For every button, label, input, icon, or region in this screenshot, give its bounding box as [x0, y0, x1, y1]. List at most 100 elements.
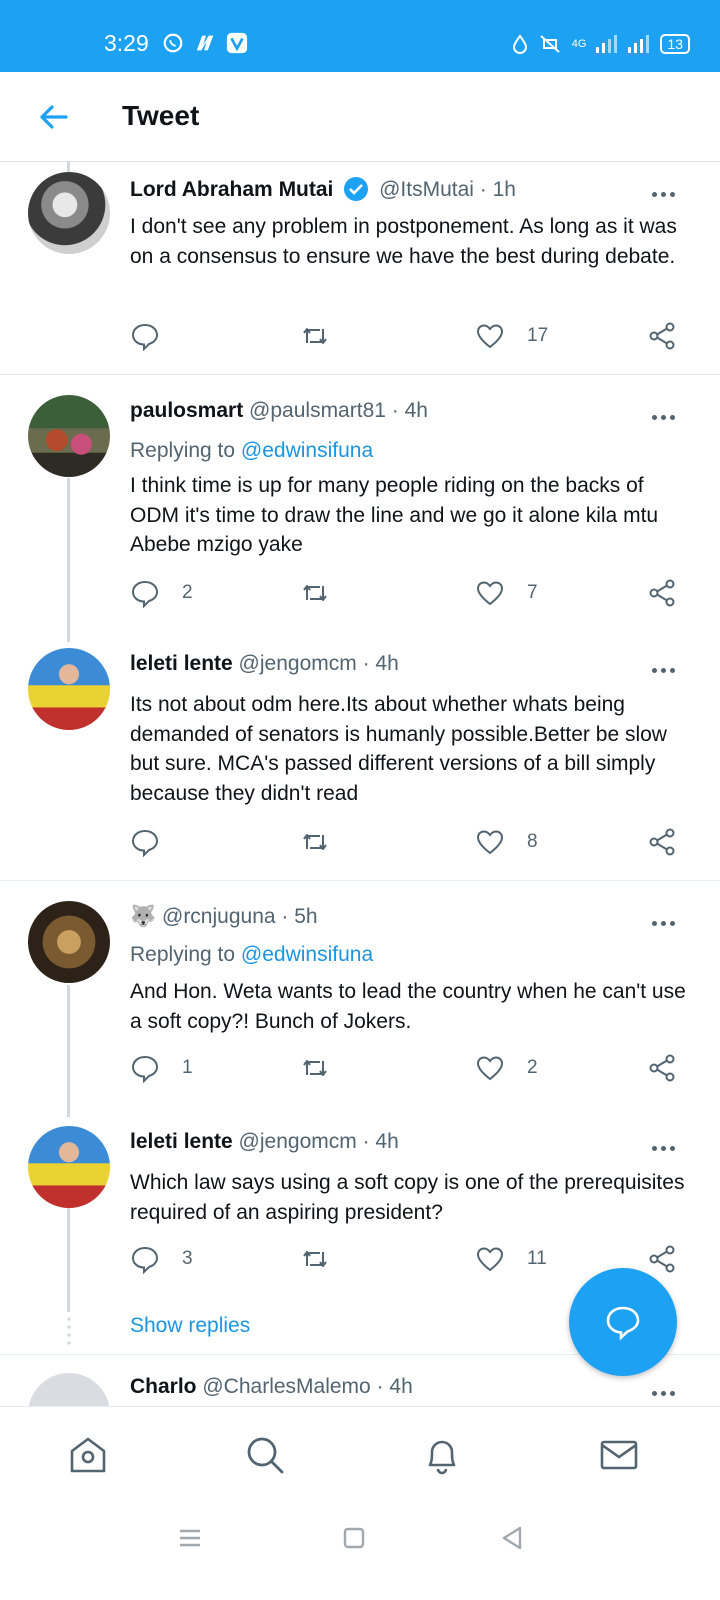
system-navigation-bar: [0, 1502, 720, 1600]
user-handle[interactable]: @ItsMutai: [379, 178, 474, 201]
share-icon: [649, 828, 675, 856]
more-options-icon[interactable]: [652, 184, 682, 197]
like-button[interactable]: 7: [475, 578, 538, 608]
retweet-button[interactable]: [300, 827, 330, 857]
top-app-bar: Tweet: [0, 72, 720, 162]
user-handle[interactable]: @paulsmart81: [249, 399, 386, 422]
user-handle[interactable]: @rcnjuguna: [162, 905, 276, 928]
display-name[interactable]: 🐺: [130, 905, 156, 928]
reply-button[interactable]: 1: [130, 1053, 193, 1083]
like-button[interactable]: 2: [475, 1053, 538, 1083]
heart-icon: [476, 1247, 504, 1272]
avatar[interactable]: [28, 172, 110, 254]
reply-icon: [131, 1055, 159, 1083]
bell-icon[interactable]: [420, 1433, 464, 1477]
retweet-button[interactable]: [300, 1053, 330, 1083]
reply-icon: [131, 323, 159, 351]
more-options-icon[interactable]: [652, 1383, 682, 1396]
status-time: 3:29: [104, 30, 149, 56]
home-icon[interactable]: [66, 1433, 110, 1477]
tweet-item[interactable]: 🐺 @rcnjuguna · 5h Replying to @edwinsifu…: [0, 881, 720, 1118]
like-count: 11: [527, 1248, 547, 1269]
retweet-button[interactable]: [300, 578, 330, 608]
reply-icon: [131, 829, 159, 857]
tweet-item[interactable]: paulosmart @paulsmart81 · 4h Replying to…: [0, 375, 720, 628]
tweet-actions: 17: [130, 321, 690, 351]
heart-icon: [476, 830, 504, 855]
retweet-button[interactable]: [300, 1244, 330, 1274]
share-button[interactable]: [647, 578, 677, 608]
like-count: 7: [527, 582, 538, 603]
share-button[interactable]: [647, 321, 677, 351]
like-button[interactable]: 8: [475, 827, 538, 857]
compose-reply-icon: [606, 1306, 640, 1341]
reply-count: 1: [182, 1057, 193, 1078]
compose-reply-button[interactable]: [569, 1268, 677, 1376]
tweet-item[interactable]: Lord Abraham Mutai @ItsMutai · 1h I don'…: [0, 162, 720, 374]
tweet-actions: 8: [130, 827, 690, 857]
like-count: 8: [527, 831, 538, 852]
show-replies-link[interactable]: Show replies: [130, 1314, 250, 1338]
user-handle[interactable]: @CharlesMalemo: [202, 1375, 370, 1398]
more-options-icon[interactable]: [652, 660, 682, 673]
back-arrow-icon[interactable]: [36, 100, 70, 134]
like-button[interactable]: 17: [475, 321, 548, 351]
status-bar: 3:29 4G 13: [0, 0, 720, 72]
mail-icon[interactable]: [597, 1433, 641, 1477]
display-name[interactable]: leleti lente: [130, 1130, 233, 1153]
tweet-text: And Hon. Weta wants to lead the country …: [130, 980, 686, 1033]
more-options-icon[interactable]: [652, 913, 682, 926]
display-name[interactable]: Lord Abraham Mutai: [130, 178, 333, 201]
reply-button[interactable]: 2: [130, 578, 193, 608]
replying-to: Replying to @edwinsifuna: [130, 943, 373, 967]
tweet-header: Lord Abraham Mutai @ItsMutai · 1h: [130, 176, 516, 202]
avatar[interactable]: [28, 901, 110, 983]
user-handle[interactable]: @jengomcm: [239, 1130, 357, 1153]
verified-badge-icon: [344, 177, 369, 201]
more-options-icon[interactable]: [652, 1138, 682, 1151]
avatar[interactable]: [28, 395, 110, 477]
replying-to-link[interactable]: @edwinsifuna: [241, 439, 373, 462]
more-options-icon[interactable]: [652, 407, 682, 420]
tweet-time: · 4h: [391, 399, 428, 422]
tweet-header: 🐺 @rcnjuguna · 5h: [130, 905, 318, 929]
bottom-navigation: [0, 1406, 720, 1502]
replying-to-link[interactable]: @edwinsifuna: [241, 943, 373, 966]
share-button[interactable]: [647, 1244, 677, 1274]
tweet-actions: 1 2: [130, 1053, 690, 1083]
mute-icon: [540, 35, 560, 53]
retweet-icon: [303, 328, 327, 344]
tweet-header: Charlo @CharlesMalemo · 4h: [130, 1375, 413, 1399]
tweet-time: · 4h: [376, 1375, 413, 1398]
display-name[interactable]: leleti lente: [130, 652, 233, 675]
reply-button[interactable]: [130, 827, 182, 857]
like-button[interactable]: 11: [475, 1244, 547, 1274]
reply-count: 3: [182, 1248, 193, 1269]
avatar[interactable]: [28, 648, 110, 730]
back-triangle-icon[interactable]: [498, 1524, 526, 1552]
tweet-text: I think time is up for many people ridin…: [130, 474, 659, 556]
tweet-header: leleti lente @jengomcm · 4h: [130, 1130, 399, 1154]
retweet-icon: [303, 585, 327, 601]
display-name[interactable]: paulosmart: [130, 399, 243, 422]
avatar[interactable]: [28, 1126, 110, 1208]
search-icon[interactable]: [243, 1433, 287, 1477]
share-icon: [649, 1245, 675, 1273]
share-button[interactable]: [647, 827, 677, 857]
retweet-button[interactable]: [300, 321, 330, 351]
reply-button[interactable]: 3: [130, 1244, 193, 1274]
menu-icon[interactable]: [176, 1524, 204, 1552]
like-count: 17: [527, 325, 549, 346]
reply-count: 2: [182, 582, 193, 603]
replying-label: Replying to: [130, 943, 236, 966]
user-handle[interactable]: @jengomcm: [239, 652, 357, 675]
share-button[interactable]: [647, 1053, 677, 1083]
reply-button[interactable]: [130, 321, 182, 351]
tweet-time: · 4h: [362, 652, 399, 675]
data-saver-icon: [512, 34, 527, 54]
v-app-icon: [226, 32, 248, 54]
display-name[interactable]: Charlo: [130, 1375, 197, 1398]
tweet-item[interactable]: leleti lente @jengomcm · 4h Its not abou…: [0, 628, 720, 880]
tweet-time: · 4h: [362, 1130, 399, 1153]
home-square-icon[interactable]: [340, 1524, 368, 1552]
